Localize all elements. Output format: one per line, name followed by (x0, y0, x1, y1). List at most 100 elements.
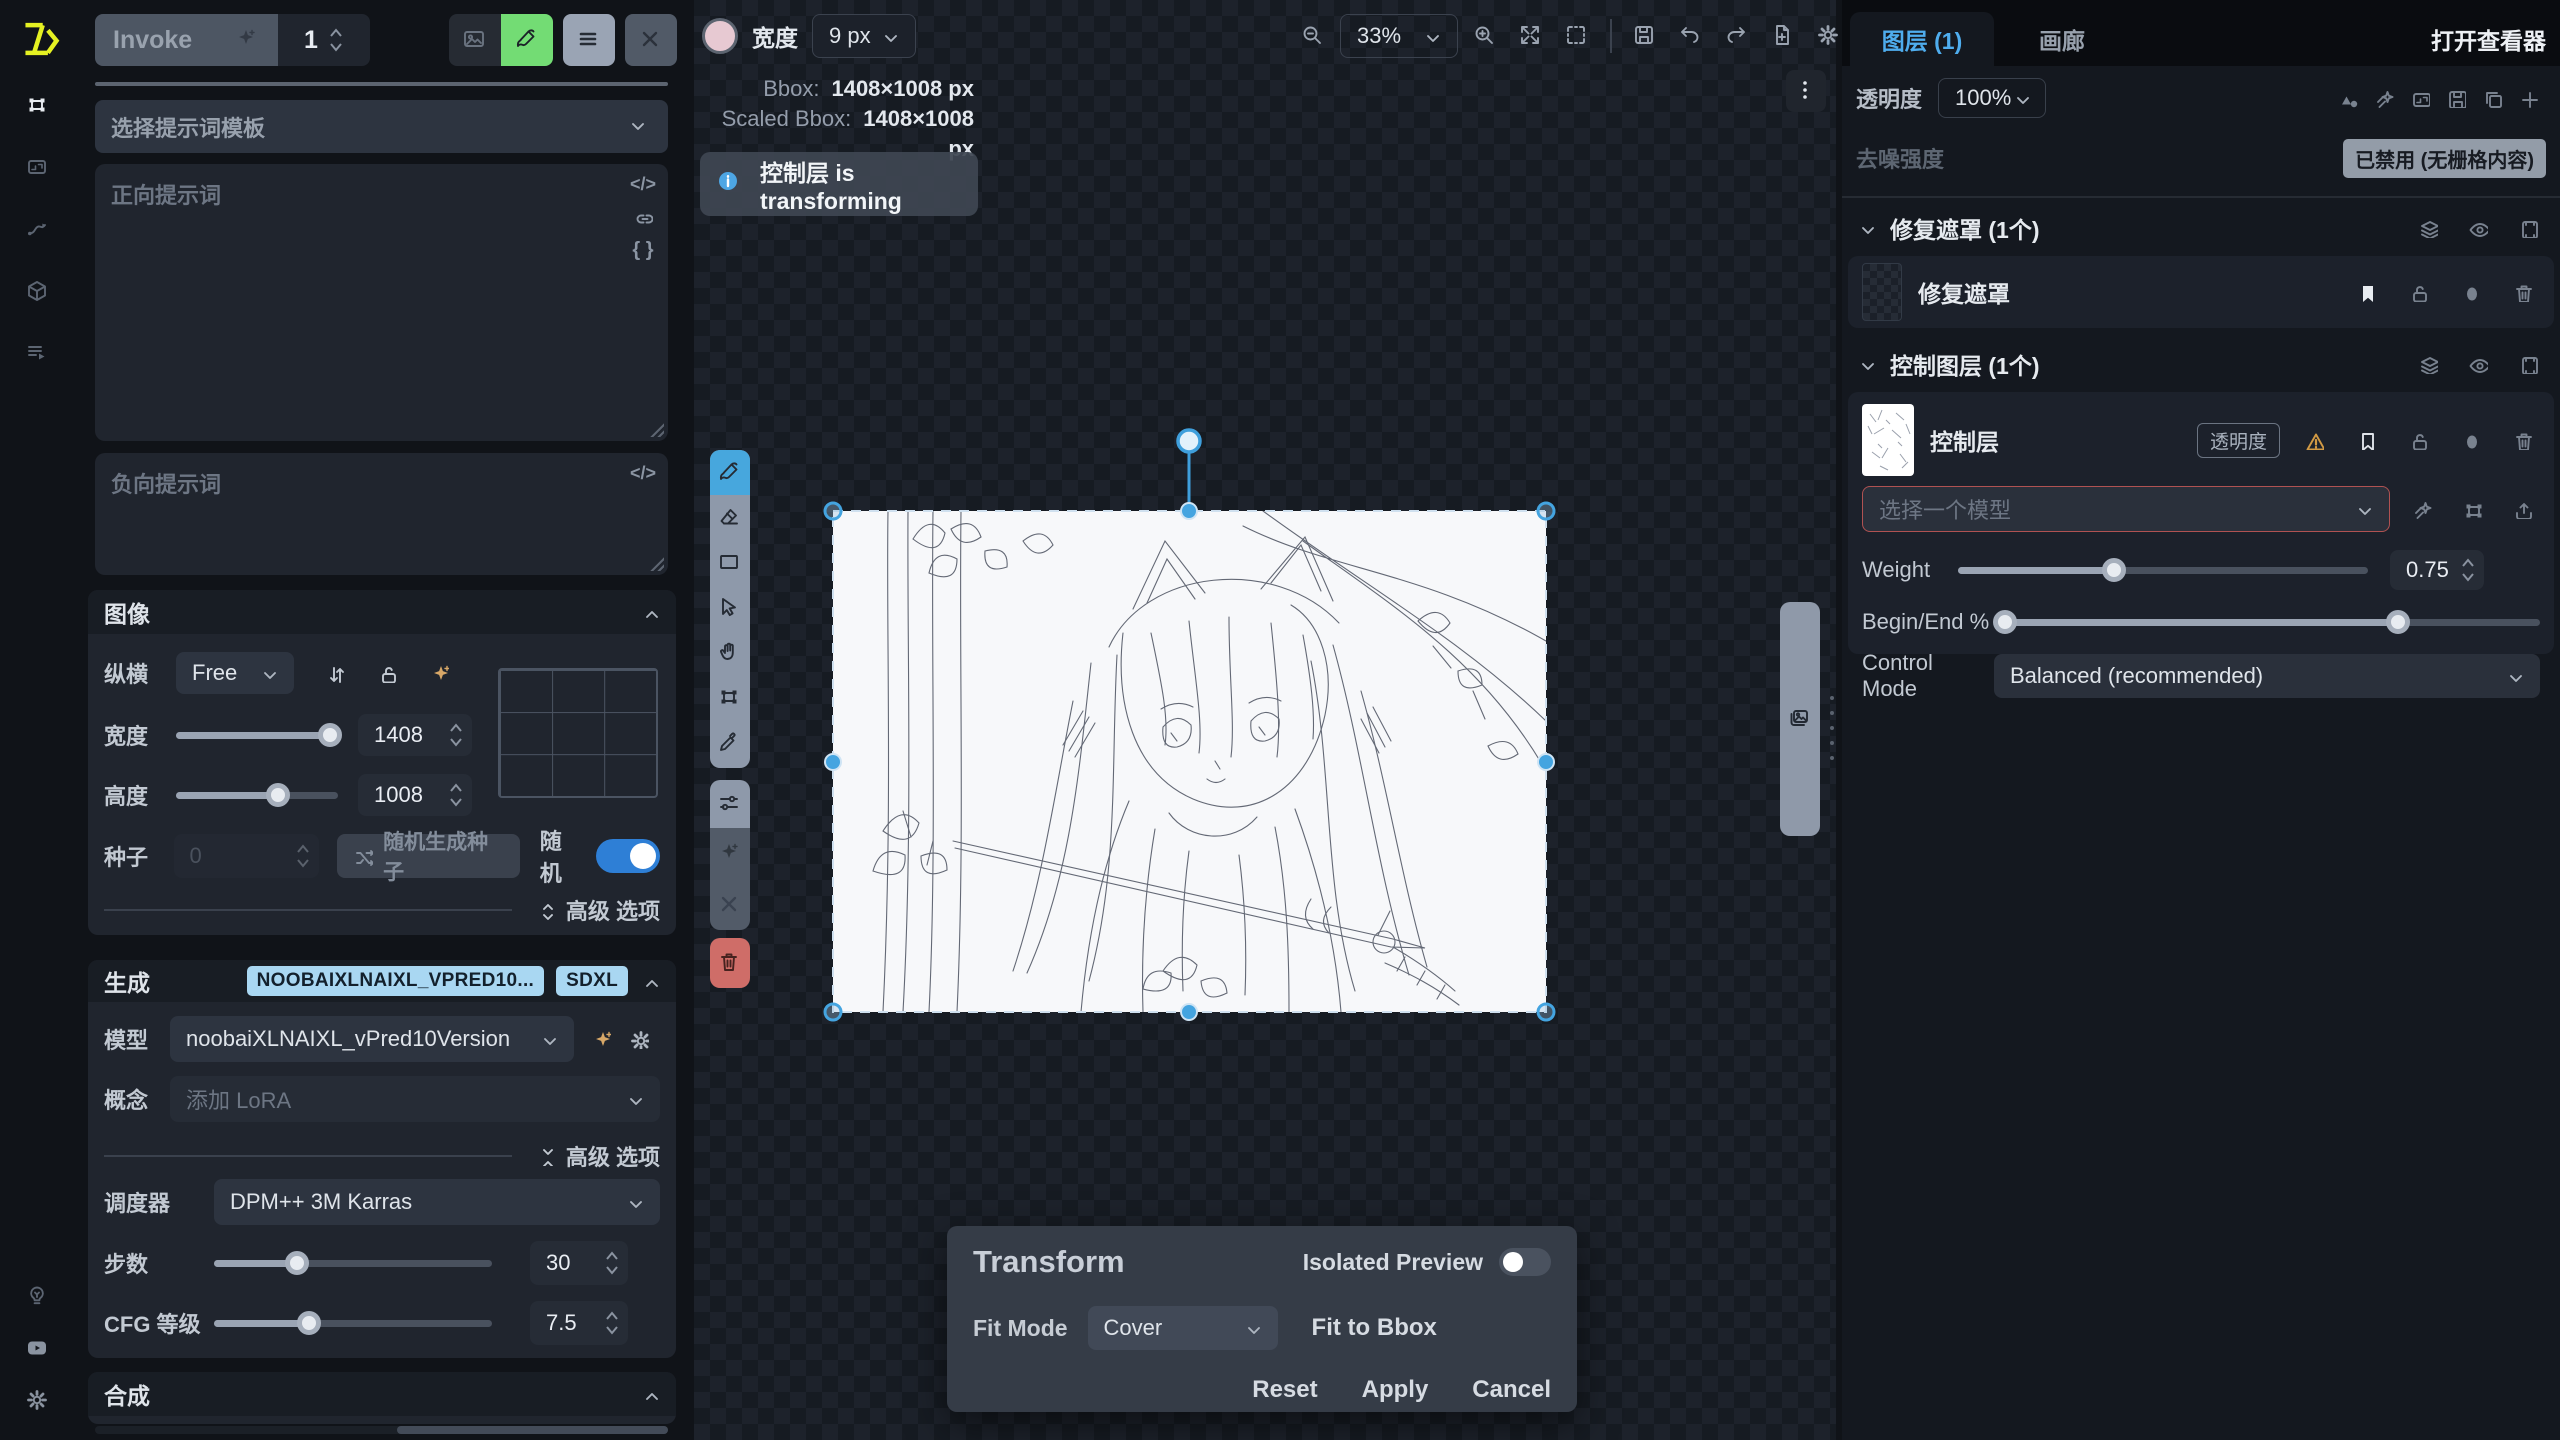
brush-width-select[interactable]: 9 px (812, 14, 916, 58)
inpaint-mask-fill-icon[interactable] (2452, 274, 2488, 310)
undo-button[interactable] (1672, 17, 1710, 55)
rail-queue-tab[interactable] (0, 326, 82, 388)
panel-scrollbar-bottom[interactable] (95, 1426, 668, 1434)
transform-apply-button[interactable]: Apply (1362, 1376, 1429, 1404)
control-layer-artwork[interactable] (833, 511, 1546, 1012)
control-fit-bbox-icon[interactable] (2454, 491, 2490, 527)
save-canvas-button[interactable] (1626, 17, 1664, 55)
rail-support-button[interactable] (0, 1274, 82, 1326)
canvas-area[interactable]: 宽度 9 px 33% Bbox:1408×1008 px (694, 0, 1836, 1440)
width-slider[interactable] (176, 732, 338, 739)
generation-section-header[interactable]: 生成 NOOBAIXLNAIXL_VPRED10... SDXL (88, 960, 676, 1002)
control-mask-fill-icon[interactable] (2452, 422, 2488, 458)
transform-icon[interactable] (2402, 80, 2438, 116)
control-delete-icon[interactable] (2504, 422, 2540, 458)
rail-settings-button[interactable] (0, 1378, 82, 1430)
control-layer-card[interactable]: 控制层 透明度 选择一个模型 Weight (1848, 392, 2554, 654)
brush-color-swatch[interactable] (702, 18, 738, 54)
pan-tool[interactable] (710, 630, 750, 675)
control-weight-slider[interactable] (1958, 567, 2368, 574)
panel-scrollbar-top[interactable] (95, 82, 668, 86)
gallery-drawer-handle[interactable] (1780, 602, 1820, 836)
steps-input[interactable]: 30 (530, 1241, 628, 1285)
panel-close-button[interactable] (625, 14, 677, 66)
control-export-icon[interactable] (2504, 491, 2540, 527)
inpaint-group-header[interactable]: 修复遮罩 (1个) (1856, 210, 2546, 246)
negative-prompt-textarea[interactable]: 负向提示词 </> (95, 453, 668, 575)
rail-models-tab[interactable] (0, 264, 82, 326)
neg-prompt-code-button[interactable]: </> (630, 463, 656, 483)
inpaint-pin-icon[interactable] (2348, 274, 2384, 310)
textarea-resize-grip[interactable] (648, 421, 664, 437)
tab-gallery[interactable]: 画廊 (2002, 12, 2122, 66)
color-picker-tool[interactable] (710, 720, 750, 765)
filter-layer-button[interactable] (710, 780, 750, 828)
prompt-code-button[interactable]: </> (630, 174, 656, 195)
lora-select[interactable]: 添加 LoRA (170, 1076, 660, 1122)
eraser-tool[interactable] (710, 495, 750, 540)
bbox-tool[interactable] (710, 675, 750, 720)
height-slider[interactable] (176, 792, 338, 799)
steps-slider[interactable] (214, 1260, 492, 1267)
cfg-slider[interactable] (214, 1320, 492, 1327)
zoom-level-select[interactable]: 33% (1340, 14, 1458, 58)
filter-icon[interactable] (2366, 80, 2402, 116)
random-seed-toggle[interactable] (596, 839, 660, 873)
panel-menu-button[interactable] (563, 14, 615, 66)
canvas-menu-button[interactable] (1786, 70, 1826, 112)
transform-reset-button[interactable]: Reset (1252, 1376, 1317, 1404)
positive-prompt-textarea[interactable]: 正向提示词 </> { } (95, 164, 668, 441)
zoom-out-button[interactable] (1294, 17, 1332, 55)
inpaint-panel-icon[interactable] (2510, 210, 2546, 246)
inpaint-merge-icon[interactable] (2410, 210, 2446, 246)
swap-dimensions-button[interactable] (316, 654, 354, 692)
global-opacity-select[interactable]: 100% (1938, 78, 2046, 118)
fit-to-view-button[interactable] (1512, 17, 1550, 55)
model-select[interactable]: noobaiXLNAIXL_vPred10Version (170, 1016, 574, 1062)
rail-upscale-tab[interactable] (0, 140, 82, 202)
transform-cancel-button[interactable]: Cancel (1472, 1376, 1551, 1404)
delete-layer-button[interactable] (710, 938, 750, 988)
control-visibility-icon[interactable] (2460, 346, 2496, 382)
new-session-button[interactable] (1764, 17, 1802, 55)
canvas-mode-button[interactable] (501, 14, 553, 66)
scheduler-select[interactable]: DPM++ 3M Karras (214, 1179, 660, 1225)
fit-to-bbox-button[interactable]: Fit to Bbox (1312, 1314, 1437, 1342)
height-input[interactable]: 1008 (358, 774, 472, 816)
rect-tool[interactable] (710, 540, 750, 585)
rail-workflows-tab[interactable] (0, 202, 82, 264)
gallery-mode-button[interactable] (449, 14, 501, 66)
isolated-preview-toggle[interactable] (1499, 1248, 1551, 1276)
zoom-in-button[interactable] (1466, 17, 1504, 55)
process-layer-button[interactable] (710, 828, 750, 879)
duplicate-layer-icon[interactable] (2474, 80, 2510, 116)
tab-layers[interactable]: 图层 (1) (1850, 12, 1994, 66)
rotate-handle[interactable] (1178, 430, 1200, 452)
control-filter-icon[interactable] (2404, 491, 2440, 527)
inpaint-delete-icon[interactable] (2504, 274, 2540, 310)
prompt-link-icon[interactable] (633, 207, 653, 227)
image-section-header[interactable]: 图像 (88, 590, 676, 634)
control-begin-end-slider[interactable] (1994, 619, 2540, 626)
control-merge-icon[interactable] (2410, 346, 2446, 382)
fit-mode-select[interactable]: Cover (1088, 1306, 1278, 1350)
panel-resize-dots[interactable] (1830, 696, 1834, 760)
control-group-header[interactable]: 控制图层 (1个) (1856, 346, 2546, 382)
control-model-select[interactable]: 选择一个模型 (1862, 486, 2390, 532)
control-weight-input[interactable]: 0.75 (2390, 550, 2484, 590)
inpaint-layer-row[interactable]: 修复遮罩 (1848, 256, 2554, 328)
textarea-resize-grip[interactable] (648, 555, 664, 571)
prompt-template-select[interactable]: 选择提示词模板 (95, 100, 668, 153)
cancel-transform-button[interactable] (710, 879, 750, 930)
queue-count-arrows[interactable] (328, 27, 344, 53)
control-panel-icon[interactable] (2510, 346, 2546, 382)
prompt-braces-button[interactable]: { } (632, 239, 653, 262)
inpaint-lock-icon[interactable] (2400, 274, 2436, 310)
rail-videos-button[interactable] (0, 1326, 82, 1378)
composition-section-header[interactable]: 合成 (88, 1372, 676, 1416)
model-sparkle-button[interactable] (582, 1020, 620, 1058)
random-seed-button[interactable]: 随机生成种子 (337, 834, 520, 878)
invoke-button[interactable]: Invoke (95, 14, 278, 66)
redo-button[interactable] (1718, 17, 1756, 55)
generation-advanced-options[interactable]: 高级 选项 (104, 1140, 660, 1172)
